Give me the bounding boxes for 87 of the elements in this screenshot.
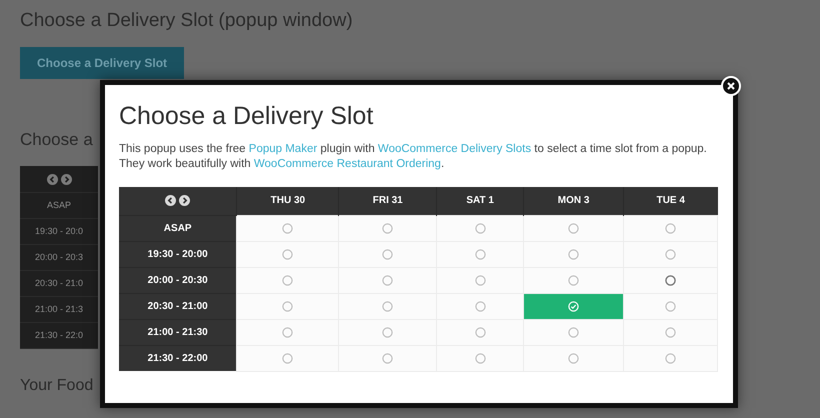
text-link[interactable]: Popup Maker [248,143,318,155]
radio-circle-icon [474,300,486,312]
time-slot-label: 20:30 - 21:00 [119,293,237,319]
time-slot-label: 21:30 - 22:0 [34,328,84,342]
radio-circle-icon [382,248,394,260]
slot-cell[interactable] [624,319,718,345]
slot-cell[interactable] [236,241,339,267]
time-slot-label: 20:30 - 21:0 [34,276,84,290]
chevron-right-circle-icon[interactable] [60,174,72,184]
slot-cell[interactable] [624,267,718,293]
radio-circle-icon [568,222,580,234]
radio-circle-icon [382,300,394,312]
slot-cell[interactable] [524,241,624,267]
slot-cell[interactable] [436,345,524,371]
slot-cell[interactable] [524,215,624,241]
radio-circle-icon [382,274,394,286]
section-heading: Your Food [20,376,94,396]
close-icon [727,82,735,90]
slot-cell[interactable] [524,319,624,345]
page-heading: Choose a Delivery Slot (popup window) [20,9,353,33]
radio-circle-icon [665,300,676,312]
slot-cell[interactable] [524,267,624,293]
chevron-left-circle-icon[interactable] [165,195,176,206]
slot-cell[interactable] [624,345,718,371]
radio-circle-icon [474,326,486,338]
radio-circle-icon [665,248,676,260]
radio-circle-icon [382,326,394,338]
choose-slot-button[interactable]: Choose a Delivery Slot [20,47,184,79]
slot-cell[interactable] [236,267,339,293]
selected-slot-cell[interactable] [524,293,624,319]
check-circle-icon [568,300,580,312]
slot-cell[interactable] [624,293,718,319]
slot-cell[interactable] [624,215,718,241]
text-link[interactable]: WooCommerce Restaurant Ordering [254,158,441,170]
slot-cell[interactable] [236,215,339,241]
time-slot-label: ASAP [119,215,237,241]
radio-circle-icon [665,274,676,286]
close-button[interactable] [721,76,741,96]
popup-title: Choose a Delivery Slot [119,101,374,132]
slot-cell[interactable] [338,293,437,319]
slot-cell[interactable] [236,293,339,319]
radio-circle-icon [282,300,294,312]
slot-cell[interactable] [338,215,437,241]
radio-circle-icon [282,274,294,286]
slot-cell[interactable] [524,345,624,371]
radio-circle-icon [282,352,294,364]
slot-cell[interactable] [338,267,437,293]
text-link[interactable]: WooCommerce Delivery Slots [378,143,532,155]
section-heading: Choose a [20,129,93,151]
radio-circle-icon [665,222,676,234]
slot-cell[interactable] [338,319,437,345]
time-slot-label: 21:00 - 21:30 [119,319,237,345]
radio-circle-icon [474,352,486,364]
radio-circle-icon [282,248,294,260]
slot-cell[interactable] [338,345,437,371]
radio-circle-icon [474,274,486,286]
radio-circle-icon [282,326,294,338]
radio-circle-icon [282,222,294,234]
radio-circle-icon [665,352,676,364]
slot-cell[interactable] [624,241,718,267]
radio-circle-icon [568,326,580,338]
slot-cell[interactable] [436,215,524,241]
radio-circle-icon [665,326,676,338]
time-slot-label: 19:30 - 20:00 [119,241,237,267]
slot-cell[interactable] [236,319,339,345]
radio-circle-icon [474,248,486,260]
radio-circle-icon [568,352,580,364]
slot-cell[interactable] [338,241,437,267]
radio-circle-icon [382,352,394,364]
time-slot-label: 20:00 - 20:30 [119,267,237,293]
slot-cell[interactable] [436,293,524,319]
radio-circle-icon [568,248,580,260]
slot-cell[interactable] [436,267,524,293]
time-slot-label: 21:00 - 21:3 [34,302,84,316]
radio-circle-icon [474,222,486,234]
popup-description: This popup uses the free Popup Maker plugin with WooCommerce Delivery Slots to select a time slot from a popup. They work beautifully with WooCommerce Restaurant Ordering. [119,142,708,172]
time-slot-label: 21:30 - 22:00 [119,345,237,371]
slot-cell[interactable] [436,241,524,267]
slot-cell[interactable] [236,345,339,371]
radio-circle-icon [382,222,394,234]
slot-cell[interactable] [436,319,524,345]
radio-circle-icon [568,274,580,286]
time-slot-label: 20:00 - 20:3 [34,250,84,264]
time-slot-label: ASAP [46,198,71,212]
chevron-left-circle-icon[interactable] [46,174,58,184]
chevron-right-circle-icon[interactable] [179,195,190,206]
time-slot-label: 19:30 - 20:0 [34,224,84,238]
